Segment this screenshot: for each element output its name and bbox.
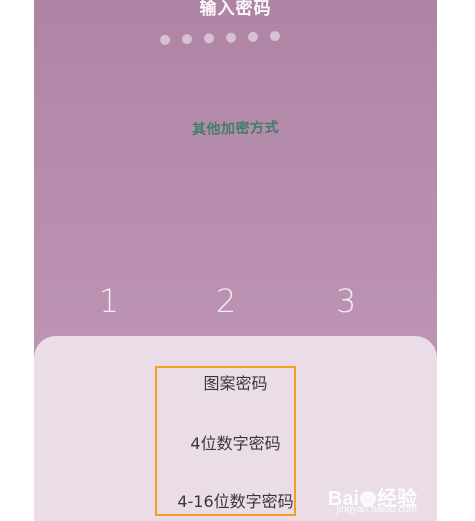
lock-screen: 输入密码 其他加密方式 1 2 3 图案密码 4位数字密码 4-16位数字密码 … (34, 0, 437, 521)
other-encryption-method-link[interactable]: 其他加密方式 (34, 113, 437, 144)
password-dot (181, 33, 193, 45)
password-dot (247, 31, 259, 43)
password-dot (159, 34, 171, 46)
password-dot (225, 32, 237, 43)
keypad-key-2[interactable]: 2 (206, 282, 246, 320)
password-dot (269, 30, 281, 42)
keypad-key-3[interactable]: 3 (326, 282, 366, 320)
option-pattern-password[interactable]: 图案密码 (34, 370, 437, 394)
keypad-key-1[interactable]: 1 (89, 282, 129, 320)
password-dots (159, 30, 281, 46)
watermark: Bai 经验 jingyan.baidu.com (328, 482, 417, 515)
password-dot (203, 33, 215, 44)
option-4-digit-password[interactable]: 4位数字密码 (34, 430, 437, 454)
watermark-domain: jingyan.baidu.com (336, 504, 417, 515)
page-title: 输入密码 (199, 0, 272, 19)
